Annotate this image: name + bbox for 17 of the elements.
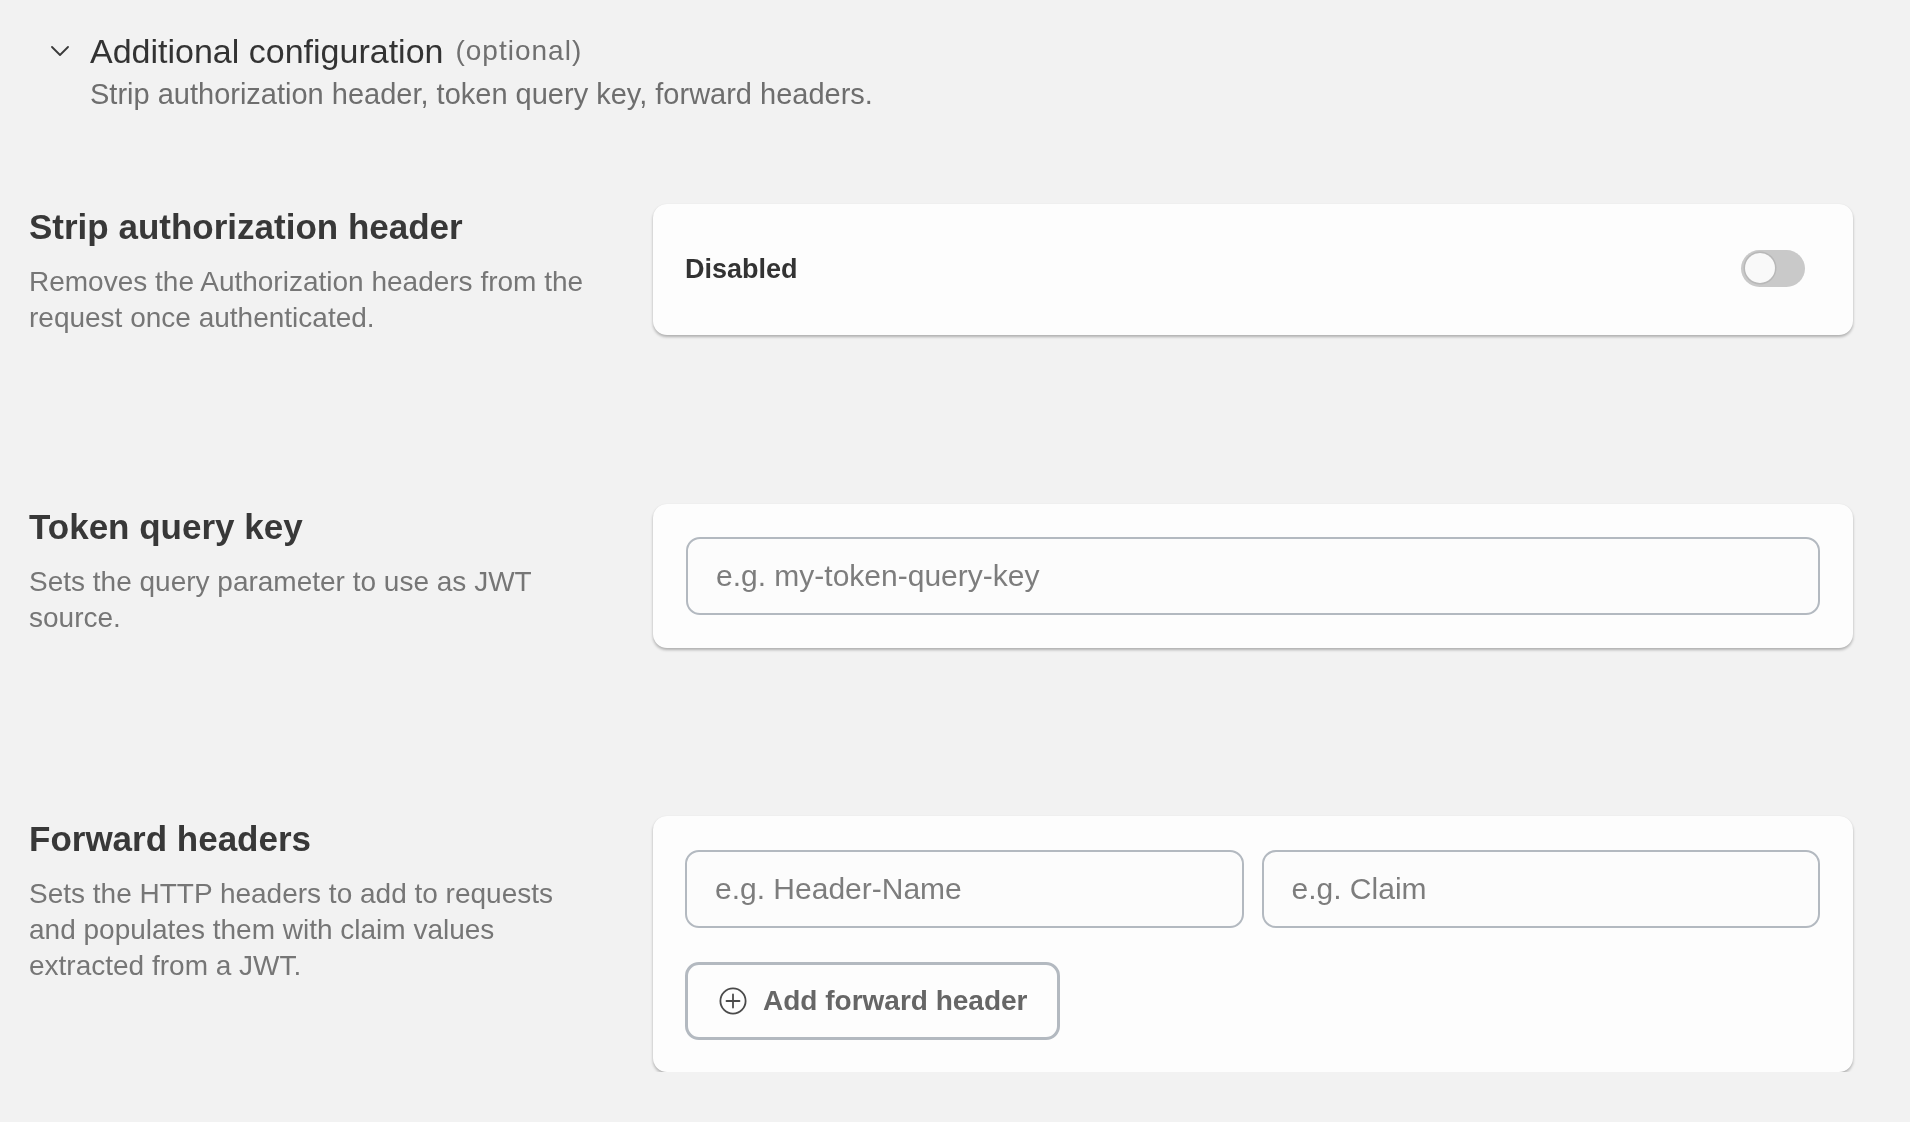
chevron-icon[interactable] (51, 46, 69, 56)
setting-title: Forward headers (29, 818, 313, 860)
text-input[interactable]: e.g. Header-Name (685, 850, 1244, 928)
text-input[interactable]: e.g. my-token-query-key (686, 537, 1820, 615)
add-forward-header-button[interactable]: Add forward header (685, 962, 1060, 1040)
setting-title: Token query key (29, 506, 304, 548)
plus-circle-icon (719, 987, 747, 1015)
setting-description: Sets the query parameter to use as JWT source. (29, 565, 533, 635)
setting-description: Sets the HTTP headers to add to requests and populates them with claim values extracted from a JWT. (29, 877, 554, 983)
setting-title: Strip authorization header (29, 206, 464, 248)
section-subtitle: Strip authorization header, token query key, forward headers. (90, 77, 874, 112)
text-input[interactable]: e.g. Claim (1261, 850, 1820, 928)
toggle-label: Disabled (685, 254, 798, 285)
toggle-switch[interactable] (1741, 250, 1805, 287)
section-title: Additional configuration (90, 31, 444, 72)
optional-label: (optional) (455, 34, 583, 68)
setting-description: Removes the Authorization headers from the request once authenticated. (29, 265, 585, 335)
